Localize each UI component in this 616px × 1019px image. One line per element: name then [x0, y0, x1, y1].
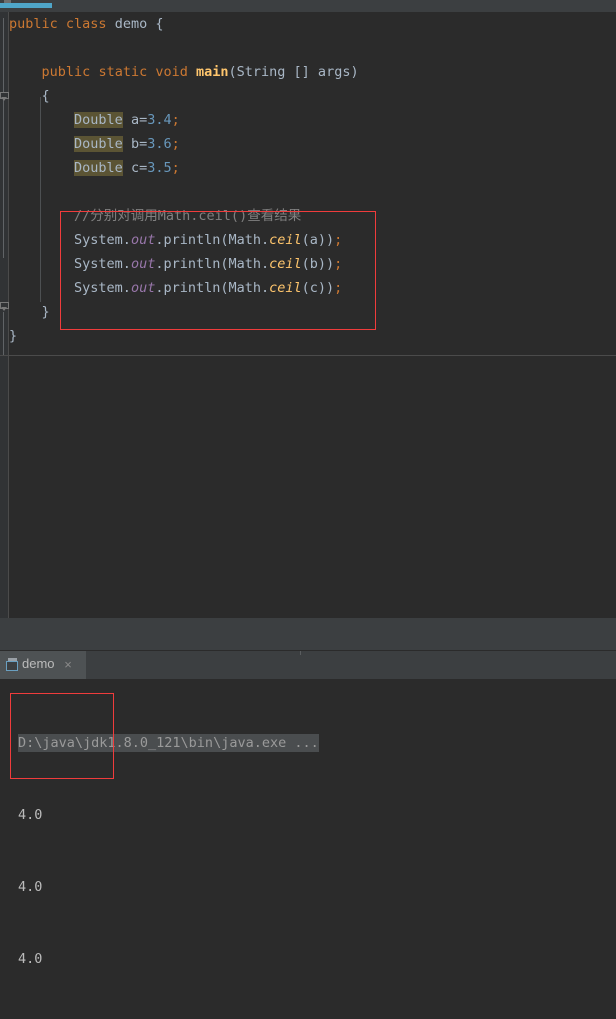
console-lines: D:\java\jdk1.8.0_121\bin\java.exe ... 4.…	[18, 683, 319, 1019]
code-token: b=	[122, 136, 148, 152]
code-token: System.	[74, 256, 131, 272]
code-token: ceil	[269, 256, 302, 272]
code-token: ;	[171, 160, 180, 176]
editor-top-strip	[0, 0, 616, 12]
code-token: out	[130, 232, 156, 248]
editor-lower-empty-inner	[8, 356, 616, 630]
code-token: 3.4	[147, 112, 172, 128]
code-line: System.out.println(Math.ceil(b));	[9, 252, 616, 276]
code-line: }	[9, 300, 616, 324]
code-token: (a))	[301, 232, 335, 248]
code-token: void	[155, 64, 188, 80]
code-token: ;	[334, 280, 343, 296]
fold-triangle	[1, 307, 7, 311]
code-token: a=	[122, 112, 148, 128]
code-line: //分别对调用Math.ceil()查看结果	[9, 204, 616, 228]
code-token: Double	[74, 136, 123, 152]
tab-label: demo	[22, 656, 55, 671]
code-token: public	[9, 16, 58, 32]
code-token: }	[9, 304, 50, 320]
code-token: ceil	[269, 280, 302, 296]
code-line: Double b=3.6;	[9, 132, 616, 156]
code-line: Double a=3.4;	[9, 108, 616, 132]
code-line: System.out.println(Math.ceil(c));	[9, 276, 616, 300]
code-token: 3.5	[147, 160, 172, 176]
console-icon-frame	[6, 661, 18, 671]
code-token: out	[130, 280, 156, 296]
code-token: main	[196, 64, 229, 80]
code-token: c=	[122, 160, 148, 176]
tabbar-tick	[300, 651, 301, 655]
console-output-panel[interactable]: D:\java\jdk1.8.0_121\bin\java.exe ... 4.…	[0, 679, 616, 967]
code-token: {	[155, 16, 164, 32]
code-token: {	[9, 88, 50, 104]
java-command-text: D:\java\jdk1.8.0_121\bin\java.exe ...	[18, 734, 319, 752]
code-editor[interactable]: public class demo { public static void m…	[0, 12, 616, 630]
code-token: //分别对调用Math.ceil()查看结果	[74, 208, 302, 224]
fold-collapse-icon-method[interactable]	[0, 92, 9, 101]
code-token: ceil	[269, 232, 302, 248]
code-line: Double c=3.5;	[9, 156, 616, 180]
code-token: Double	[74, 160, 123, 176]
code-token: .println(Math.	[155, 280, 270, 296]
code-token: 3.6	[147, 136, 172, 152]
run-toolwindow-tabbar: demo ×	[0, 650, 616, 680]
editor-lower-empty-pane	[0, 356, 616, 630]
console-output-line: 4.0	[18, 879, 43, 895]
toolwindow-separator	[0, 618, 616, 650]
console-command-line: D:\java\jdk1.8.0_121\bin\java.exe ...	[18, 731, 319, 755]
code-token: ;	[171, 112, 180, 128]
code-token: }	[9, 328, 18, 344]
code-token: System.	[74, 280, 131, 296]
code-token: out	[130, 256, 156, 272]
code-line: {	[9, 84, 616, 108]
code-token: class	[65, 16, 107, 32]
code-token: System.	[74, 232, 131, 248]
code-token: (c))	[301, 280, 335, 296]
code-line: public static void main(String [] args)	[9, 60, 616, 84]
console-window-icon	[5, 658, 19, 672]
code-token: ;	[334, 232, 343, 248]
console-output-line: 4.0	[18, 807, 43, 823]
code-token: ;	[334, 256, 343, 272]
fold-region-line-outer	[3, 18, 4, 258]
code-token: .println(Math.	[155, 232, 270, 248]
fold-triangle	[1, 97, 7, 101]
code-token: ;	[171, 136, 180, 152]
fold-collapse-icon-class[interactable]	[0, 302, 9, 311]
code-token: (b))	[301, 256, 335, 272]
console-output-line: 4.0	[18, 951, 43, 967]
active-tab-underline	[0, 3, 52, 8]
code-token: (String [] args)	[228, 64, 359, 80]
tab-demo[interactable]: demo ×	[0, 651, 86, 680]
code-token: Double	[74, 112, 123, 128]
code-token: static	[98, 64, 148, 80]
close-icon[interactable]: ×	[62, 658, 74, 671]
code-line: }	[9, 324, 616, 348]
code-line: System.out.println(Math.ceil(a));	[9, 228, 616, 252]
code-token: demo	[106, 16, 156, 32]
code-token: .println(Math.	[155, 256, 270, 272]
code-line: public class demo {	[9, 12, 616, 36]
code-token: public	[41, 64, 91, 80]
